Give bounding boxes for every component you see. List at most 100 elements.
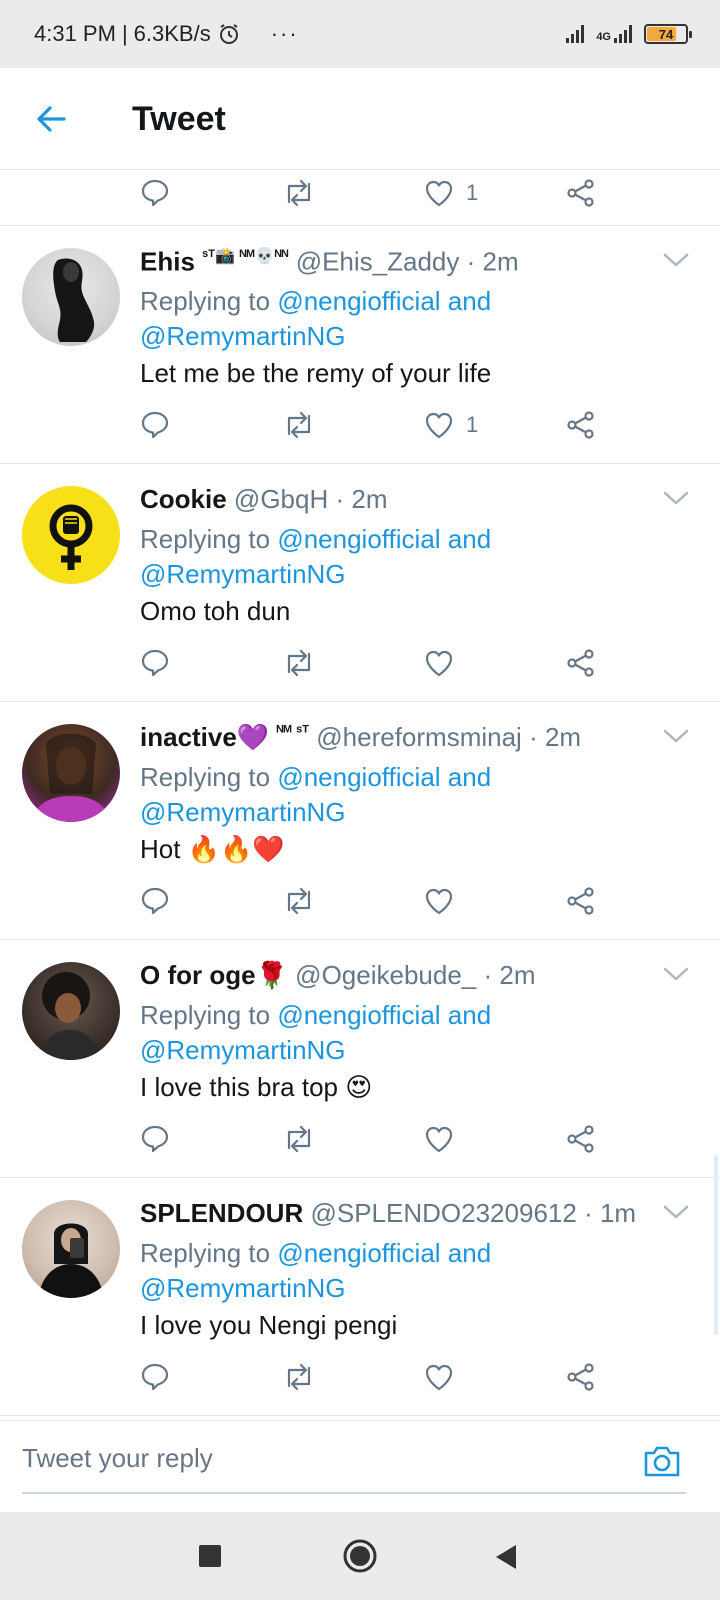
reply-icon <box>141 1363 169 1391</box>
retweet-button[interactable] <box>282 1119 316 1159</box>
and-label: and <box>447 286 492 316</box>
replying-label: Replying to <box>140 1238 271 1268</box>
like-button[interactable]: 1 <box>424 173 478 213</box>
and-label: and <box>447 762 492 792</box>
user-handle[interactable]: @Ehis_Zaddy <box>296 247 460 277</box>
reply-button[interactable] <box>140 173 170 213</box>
signal-icon-2 <box>614 25 632 43</box>
chevron-down-icon[interactable] <box>662 250 690 270</box>
back-triangle-icon[interactable] <box>494 1544 518 1570</box>
name-badges: ˢᵀ📸 ᴺᴹ💀ᴺᴺ <box>202 248 289 265</box>
replying-to: Replying to @nengiofficial and @Remymart… <box>140 522 491 592</box>
user-handle[interactable]: @hereformsminaj <box>316 722 522 752</box>
avatar[interactable] <box>22 724 120 822</box>
retweet-button[interactable] <box>282 405 316 445</box>
mention-link[interactable]: @RemymartinNG <box>140 1273 346 1303</box>
like-button[interactable] <box>424 1357 466 1397</box>
camera-icon[interactable] <box>642 1443 682 1479</box>
replying-to: Replying to @nengiofficial and @Remymart… <box>140 284 491 354</box>
like-button[interactable] <box>424 643 466 683</box>
mention-link[interactable]: @RemymartinNG <box>140 559 346 589</box>
page-title: Tweet <box>132 100 226 138</box>
input-underline <box>22 1492 686 1494</box>
reply-button[interactable] <box>140 643 170 683</box>
tweet-header: SPLENDOUR @SPLENDO23209612 · 1m <box>140 1198 637 1228</box>
reply-icon <box>141 887 169 915</box>
battery-icon: 74 <box>644 24 692 44</box>
reply-tweet[interactable]: O for oge🌹 @Ogeikebude_ · 2m Replying to… <box>0 940 720 1178</box>
retweet-icon <box>287 1125 311 1153</box>
heart-icon <box>425 888 453 915</box>
like-button[interactable]: 1 <box>424 405 478 445</box>
tweet-header: Cookie @GbqH · 2m <box>140 484 388 514</box>
mention-link[interactable]: @nengiofficial <box>277 1000 440 1030</box>
reply-tweet[interactable]: Ehis ˢᵀ📸 ᴺᴹ💀ᴺᴺ @Ehis_Zaddy · 2m Replying… <box>0 226 720 464</box>
replying-label: Replying to <box>140 762 271 792</box>
system-nav-bar <box>0 1512 720 1600</box>
network-type: 4G <box>596 31 611 43</box>
timestamp: 2m <box>544 722 582 752</box>
avatar[interactable] <box>22 962 120 1060</box>
share-button[interactable] <box>566 405 596 445</box>
chevron-down-icon[interactable] <box>662 1202 690 1222</box>
reply-button[interactable] <box>140 1357 170 1397</box>
like-count: 1 <box>466 412 479 437</box>
reply-tweet[interactable]: inactive💜 ᴺᴹ ˢᵀ @hereformsminaj · 2m Rep… <box>0 702 720 940</box>
share-button[interactable] <box>566 881 596 921</box>
and-label: and <box>447 524 492 554</box>
like-button[interactable] <box>424 1119 466 1159</box>
display-name[interactable]: SPLENDOUR <box>140 1198 303 1228</box>
avatar[interactable] <box>22 486 120 584</box>
timestamp: 2m <box>482 246 519 277</box>
mention-link[interactable]: @RemymartinNG <box>140 797 346 827</box>
share-button[interactable] <box>566 643 596 683</box>
reply-icon <box>141 1125 169 1153</box>
replying-label: Replying to <box>140 1000 271 1030</box>
reply-button[interactable] <box>140 1119 170 1159</box>
retweet-icon <box>287 411 311 439</box>
recent-apps-icon[interactable] <box>198 1544 222 1568</box>
mention-link[interactable]: @nengiofficial <box>277 1238 440 1268</box>
battery-level: 74 <box>658 26 674 42</box>
display-name[interactable]: Ehis <box>140 247 195 277</box>
reply-input[interactable]: Tweet your reply <box>22 1443 213 1474</box>
display-name[interactable]: O for oge🌹 <box>140 960 288 990</box>
user-handle[interactable]: @SPLENDO23209612 <box>310 1198 576 1228</box>
chevron-down-icon[interactable] <box>662 488 690 508</box>
display-name[interactable]: inactive💜 <box>140 722 269 752</box>
retweet-button[interactable] <box>282 643 316 683</box>
mention-link[interactable]: @nengiofficial <box>277 762 440 792</box>
notification-dots: ··· <box>270 21 299 46</box>
arrow-left-icon[interactable] <box>34 102 68 136</box>
user-handle[interactable]: @GbqH <box>234 484 328 514</box>
chevron-down-icon[interactable] <box>662 726 690 746</box>
reply-feed[interactable]: 1 Ehis ˢᵀ📸 ᴺᴹ💀ᴺᴺ @Ehis_Zaddy · 2m Replyi… <box>0 170 720 1420</box>
home-icon[interactable] <box>342 1538 378 1574</box>
network-speed: 6.3KB/s <box>133 21 211 46</box>
retweet-button[interactable] <box>282 1357 316 1397</box>
reply-button[interactable] <box>140 881 170 921</box>
retweet-button[interactable] <box>282 173 316 213</box>
replying-label: Replying to <box>140 286 271 316</box>
reply-tweet[interactable]: Cookie @GbqH · 2m Replying to @nengioffi… <box>0 464 720 702</box>
signal-icon <box>566 25 585 43</box>
reply-tweet[interactable]: SPLENDOUR @SPLENDO23209612 · 1m Replying… <box>0 1178 720 1416</box>
user-handle[interactable]: @Ogeikebude_ <box>295 960 476 990</box>
mention-link[interactable]: @nengiofficial <box>277 524 440 554</box>
avatar[interactable] <box>22 1200 120 1298</box>
reply-button[interactable] <box>140 405 170 445</box>
mention-link[interactable]: @RemymartinNG <box>140 1035 346 1065</box>
share-button[interactable] <box>566 173 596 213</box>
mention-link[interactable]: @RemymartinNG <box>140 321 346 351</box>
tweet-header: O for oge🌹 @Ogeikebude_ · 2m <box>140 960 536 990</box>
mention-link[interactable]: @nengiofficial <box>277 286 440 316</box>
tweet-text: I love you Nengi pengi <box>140 1310 398 1340</box>
avatar[interactable] <box>22 248 120 346</box>
display-name[interactable]: Cookie <box>140 484 227 514</box>
share-button[interactable] <box>566 1119 596 1159</box>
scrollbar[interactable] <box>714 1155 718 1335</box>
retweet-button[interactable] <box>282 881 316 921</box>
share-button[interactable] <box>566 1357 596 1397</box>
chevron-down-icon[interactable] <box>662 964 690 984</box>
like-button[interactable] <box>424 881 466 921</box>
